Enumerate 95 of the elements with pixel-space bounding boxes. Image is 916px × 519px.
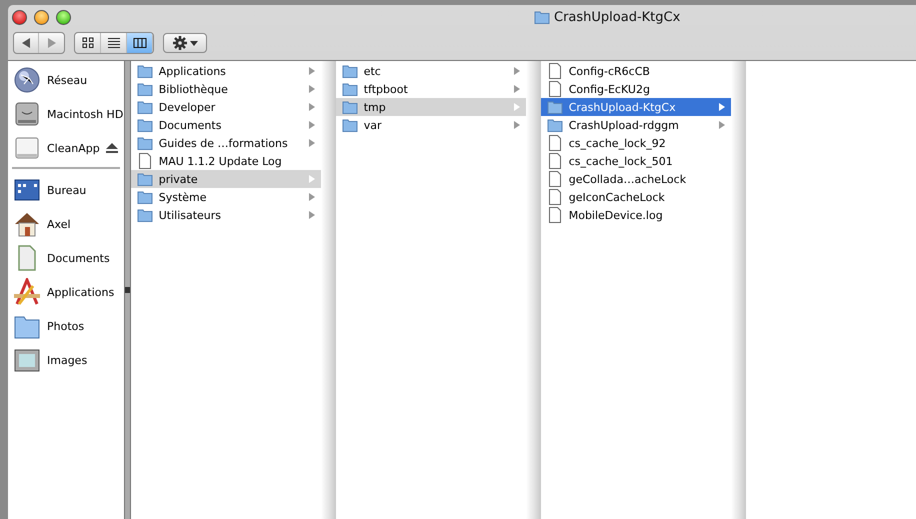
forward-icon bbox=[46, 38, 56, 48]
file-name: MobileDevice.log bbox=[568, 208, 664, 222]
gear-icon bbox=[172, 36, 186, 50]
file-row[interactable]: tftpboot bbox=[336, 80, 526, 98]
caret-icon bbox=[190, 40, 198, 46]
window-title: CrashUpload-KtgCx bbox=[554, 10, 680, 24]
file-row[interactable]: Bibliothèque bbox=[130, 80, 321, 98]
file-row[interactable]: private bbox=[130, 170, 321, 188]
folder-icon bbox=[136, 117, 153, 133]
file-row[interactable]: MobileDevice.log bbox=[540, 206, 731, 224]
folder-icon bbox=[546, 99, 563, 115]
list-icon bbox=[106, 37, 120, 49]
file-name: Applications bbox=[158, 64, 227, 78]
icon-grid-icon bbox=[80, 37, 94, 49]
file-name: var bbox=[364, 118, 382, 132]
sidebar-label: Images bbox=[47, 354, 88, 366]
file-name: geCollada…acheLock bbox=[568, 172, 688, 186]
file-icon bbox=[546, 189, 563, 205]
file-row[interactable]: tmp bbox=[336, 98, 526, 116]
sidebar-item[interactable]: Documents bbox=[8, 241, 124, 275]
file-name: MAU 1.1.2 Update Log bbox=[158, 154, 283, 168]
sidebar-label: Macintosh HD bbox=[47, 108, 124, 120]
eject-icon[interactable] bbox=[106, 143, 118, 153]
sidebar-item[interactable]: Macintosh HD bbox=[8, 97, 124, 131]
file-name: tftpboot bbox=[364, 82, 409, 96]
file-name: geIconCacheLock bbox=[568, 190, 666, 204]
file-name: Documents bbox=[158, 118, 222, 132]
file-row[interactable]: Config-EcKU2g bbox=[540, 80, 731, 98]
action-menu-button[interactable] bbox=[163, 33, 207, 53]
sidebar-item[interactable]: Applications bbox=[8, 275, 124, 309]
sidebar-label: CleanApp bbox=[47, 142, 100, 154]
sidebar-label: Axel bbox=[47, 218, 71, 230]
file-name: private bbox=[158, 172, 199, 186]
file-row[interactable]: Guides de …formations bbox=[130, 134, 321, 152]
file-name: Bibliothèque bbox=[158, 82, 229, 96]
splitter-handle-icon[interactable] bbox=[124, 287, 130, 293]
file-row[interactable]: geCollada…acheLock bbox=[540, 170, 731, 188]
columns-icon bbox=[132, 37, 146, 49]
sidebar-label: Documents bbox=[47, 252, 110, 264]
file-icon bbox=[546, 207, 563, 223]
file-name: tmp bbox=[364, 100, 387, 114]
folder-icon bbox=[136, 99, 153, 115]
file-name: Config-EcKU2g bbox=[568, 82, 651, 96]
folder-icon bbox=[136, 81, 153, 97]
file-row[interactable]: Developer bbox=[130, 98, 321, 116]
sidebar-item[interactable]: Photos bbox=[8, 309, 124, 343]
file-name: CrashUpload-rdggm bbox=[568, 118, 680, 132]
file-name: Système bbox=[158, 190, 208, 204]
zoom-button[interactable] bbox=[56, 10, 71, 24]
file-row[interactable]: Utilisateurs bbox=[130, 206, 321, 224]
file-row[interactable]: Système bbox=[130, 188, 321, 206]
file-name: etc bbox=[364, 64, 382, 78]
file-name: Config-cR6cCB bbox=[568, 64, 651, 78]
minimize-button[interactable] bbox=[34, 10, 49, 24]
folder-icon bbox=[136, 63, 153, 79]
file-name: cs_cache_lock_92 bbox=[568, 136, 667, 150]
folder-icon bbox=[136, 135, 153, 151]
columns-view-button[interactable] bbox=[127, 33, 153, 53]
file-row[interactable]: cs_cache_lock_92 bbox=[540, 134, 731, 152]
file-row[interactable]: CrashUpload-KtgCx bbox=[540, 98, 731, 116]
file-row[interactable]: CrashUpload-rdggm bbox=[540, 116, 731, 134]
file-name: Developer bbox=[158, 100, 216, 114]
file-row[interactable]: var bbox=[336, 116, 526, 134]
file-name: CrashUpload-KtgCx bbox=[568, 100, 677, 114]
applications-icon bbox=[13, 278, 41, 306]
sidebar-label: Bureau bbox=[47, 184, 86, 196]
sidebar-item[interactable]: Bureau bbox=[8, 173, 124, 207]
sidebar-item[interactable]: CleanApp bbox=[8, 131, 124, 165]
sidebar-label: Photos bbox=[47, 320, 84, 332]
file-row[interactable]: Applications bbox=[130, 62, 321, 80]
file-row[interactable]: geIconCacheLock bbox=[540, 188, 731, 206]
sidebar-item[interactable]: Axel bbox=[8, 207, 124, 241]
file-name: cs_cache_lock_501 bbox=[568, 154, 674, 168]
file-row[interactable]: etc bbox=[336, 62, 526, 80]
folder-icon bbox=[342, 99, 358, 115]
sidebar-item[interactable]: Images bbox=[8, 343, 124, 377]
folder-icon bbox=[534, 9, 550, 25]
close-button[interactable] bbox=[12, 10, 27, 24]
file-icon bbox=[546, 171, 563, 187]
file-icon bbox=[546, 153, 563, 169]
sidebar-label: Réseau bbox=[47, 74, 88, 86]
house-icon bbox=[13, 210, 41, 238]
file-icon bbox=[546, 135, 563, 151]
file-row[interactable]: cs_cache_lock_501 bbox=[540, 152, 731, 170]
sidebar-label: Applications bbox=[47, 286, 114, 298]
back-icon bbox=[21, 38, 31, 48]
file-name: Guides de …formations bbox=[158, 136, 289, 150]
folder-icon bbox=[342, 63, 358, 79]
file-name: Utilisateurs bbox=[158, 208, 222, 222]
folder-icon bbox=[136, 207, 153, 223]
file-row[interactable]: Documents bbox=[130, 116, 321, 134]
sidebar-item[interactable]: Réseau bbox=[8, 63, 124, 97]
file-row[interactable]: MAU 1.1.2 Update Log bbox=[130, 152, 321, 170]
file-row[interactable]: Config-cR6cCB bbox=[540, 62, 731, 80]
folder-icon bbox=[136, 171, 153, 187]
